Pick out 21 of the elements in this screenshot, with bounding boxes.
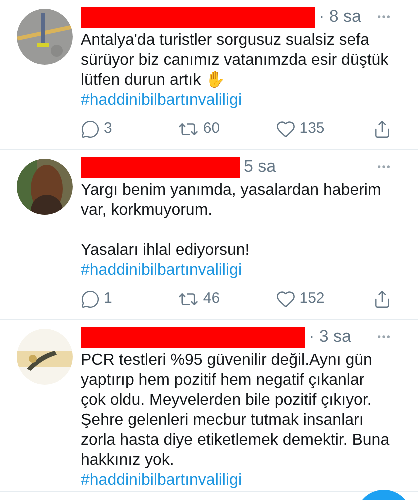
share-icon[interactable] [373,290,392,308]
action-count: 1 [104,288,112,309]
hashtag-link[interactable]: #haddinibilbartınvaliligi [81,261,242,281]
tweet-time: · 8 sa [319,6,362,28]
action-count: 46 [203,288,220,309]
tweet-time: · 3 sa [309,326,352,348]
hashtag-link[interactable]: #haddinibilbartınvaliligi [81,91,242,111]
action-count: 135 [300,118,325,139]
like-icon[interactable] [276,119,296,139]
tweet-text: Antalya'da turistler sorgusuz sualsiz sefa sürüyor biz canımız vatanımzda esir düştük lütfen durun artık ✋ [81,31,390,91]
action-count: 3 [104,118,112,139]
reply-icon[interactable] [81,120,100,138]
like-icon[interactable] [276,289,296,309]
action-count: 60 [203,118,220,139]
hashtag-link[interactable]: #haddinibilbartınvaliligi [81,471,242,491]
tweet-text: PCR testleri %95 güvenilir değil.Aynı gün yaptırıp hem pozitif hem negatif çıkanlar çok oldu. Meyvelerden bile pozitif çıkıyor. Şehre gelenleri mecbur tutmak insanları zorla hasta diye etiketlemek demektir. Buna hakkınız yok. [81,351,391,471]
action-count: 152 [300,288,325,309]
share-icon[interactable] [373,120,392,138]
tweet-text: Yargı benim yanımda, yasalardan haberim var, korkmuyorum. Yasaları ihlal ediyorsun! [81,181,382,261]
reply-icon[interactable] [81,290,100,308]
tweet-time: 5 sa [244,156,276,178]
